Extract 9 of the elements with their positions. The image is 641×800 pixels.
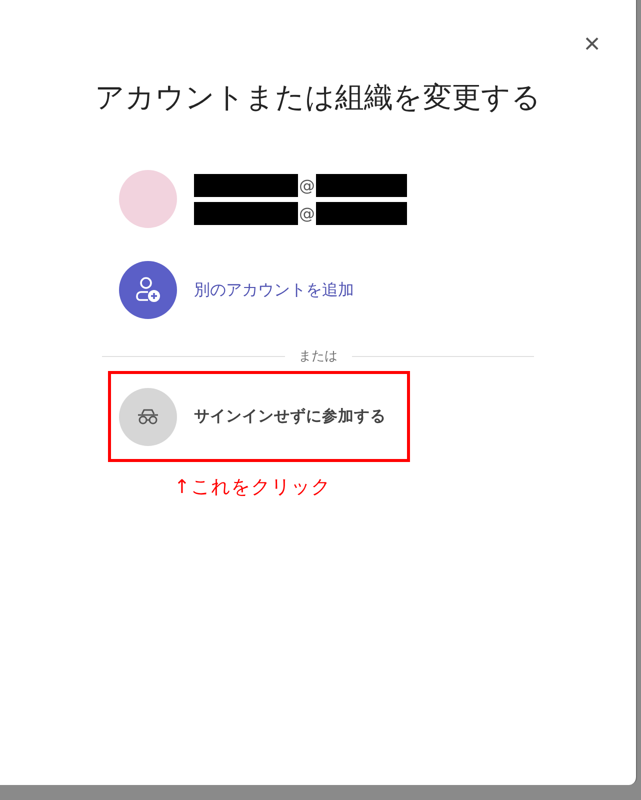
close-button[interactable]: × — [578, 30, 606, 58]
guest-join-button[interactable]: サインインせずに参加する — [108, 371, 410, 462]
divider-label: または — [298, 348, 338, 365]
at-sign: @ — [299, 176, 315, 194]
annotation-text: ↑これをクリック — [174, 475, 332, 500]
add-account-link[interactable]: 別のアカウントを追加 — [194, 280, 354, 300]
dialog-title: アカウントまたは組織を変更する — [95, 79, 541, 116]
at-sign: @ — [299, 204, 315, 222]
incognito-icon — [136, 408, 160, 424]
